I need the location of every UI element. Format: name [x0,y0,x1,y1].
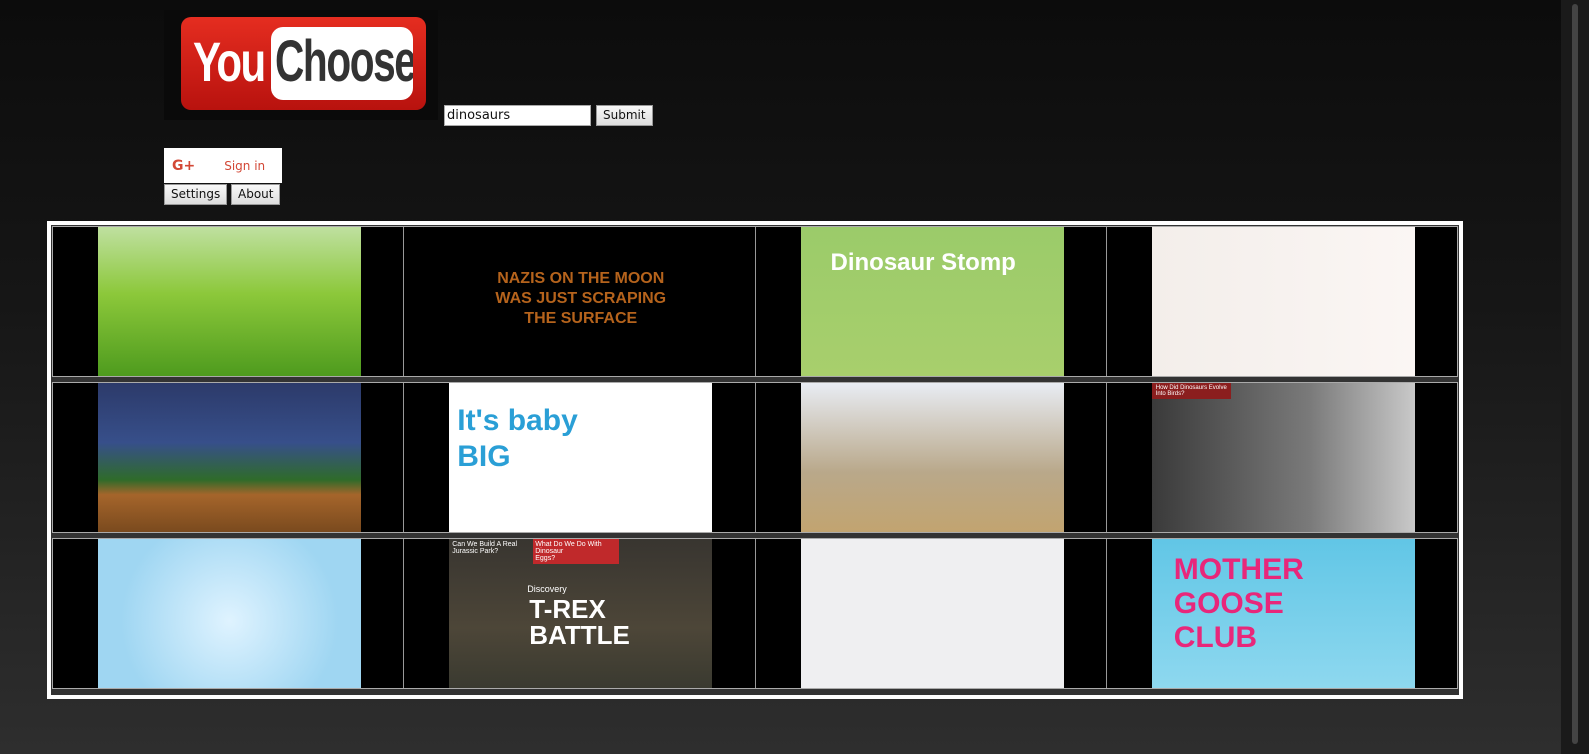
video-thumbnail[interactable] [800,539,1064,688]
video-cell[interactable]: Can We Build A Real Jurassic Park? What D… [404,539,756,688]
video-cell[interactable]: How Did Dinosaurs Evolve Into Birds? [1106,383,1457,532]
video-cell[interactable]: MOTHER GOOSE CLUB [1106,539,1457,688]
video-thumbnail[interactable]: How Did Dinosaurs Evolve Into Birds? [1151,383,1415,532]
search-input[interactable] [444,105,591,126]
settings-button[interactable]: Settings [164,184,228,205]
video-cell[interactable]: It's baby BIG [404,383,756,532]
video-row: NAZIS ON THE MOON WAS JUST SCRAPING THE … [52,226,1458,377]
thumbnail-caption: Dinosaur Stomp [830,249,1016,276]
youchoose-logo[interactable]: You Choose [164,10,438,120]
video-cell[interactable] [53,539,405,688]
thumbnail-caption: NAZIS ON THE MOON WAS JUST SCRAPING THE … [495,270,667,327]
thumbnail-caption: It's baby BIG [457,404,578,473]
video-thumbnail[interactable] [98,227,361,376]
scrollbar[interactable] [1561,0,1589,754]
thumbnail-caption: MOTHER GOOSE CLUB [1173,553,1304,654]
scrollbar-thumb[interactable] [1572,4,1578,744]
video-thumbnail[interactable]: NAZIS ON THE MOON WAS JUST SCRAPING THE … [449,227,713,376]
signin-label: Sign in [224,158,266,173]
logo-choose-box: Choose [271,27,413,100]
video-cell[interactable]: Dinosaur Stomp [755,227,1107,376]
video-thumbnail[interactable]: It's baby BIG [449,383,713,532]
video-thumbnail[interactable]: Dinosaur Stomp [800,227,1064,376]
video-thumbnail[interactable] [98,383,361,532]
video-cell[interactable] [1106,227,1457,376]
video-cell[interactable] [53,227,405,376]
submit-button[interactable]: Submit [596,105,653,126]
thumbnail-caption: T-REX BATTLE [529,594,630,650]
video-cell[interactable] [755,383,1107,532]
video-thumbnail[interactable] [98,539,361,688]
google-signin-button[interactable]: G+ Sign in [164,148,282,183]
video-cell[interactable] [53,383,405,532]
video-grid: NAZIS ON THE MOON WAS JUST SCRAPING THE … [47,221,1463,699]
video-thumbnail[interactable]: Can We Build A Real Jurassic Park? What D… [449,539,713,688]
video-thumbnail[interactable] [800,383,1064,532]
video-cell[interactable] [755,539,1107,688]
thumbnail-caption: Discovery [527,584,567,594]
video-thumbnail[interactable] [1151,227,1415,376]
video-cell[interactable]: NAZIS ON THE MOON WAS JUST SCRAPING THE … [404,227,756,376]
thumbnail-caption: How Did Dinosaurs Evolve Into Birds? [1151,383,1231,399]
video-row: It's baby BIG How Did Dinosaurs Evolve In… [52,382,1458,533]
about-button[interactable]: About [231,184,281,205]
logo-badge: You Choose [181,17,426,110]
video-row: Can We Build A Real Jurassic Park? What D… [52,538,1458,689]
google-plus-icon: G+ [172,157,196,174]
logo-choose-text: Choose [275,29,413,94]
thumbnail-caption: Can We Build A Real Jurassic Park? [452,541,518,555]
video-thumbnail[interactable]: MOTHER GOOSE CLUB [1151,539,1415,688]
thumbnail-caption: What Do We Do With Dinosaur Eggs? [533,539,620,564]
logo-you-text: You [193,30,266,93]
